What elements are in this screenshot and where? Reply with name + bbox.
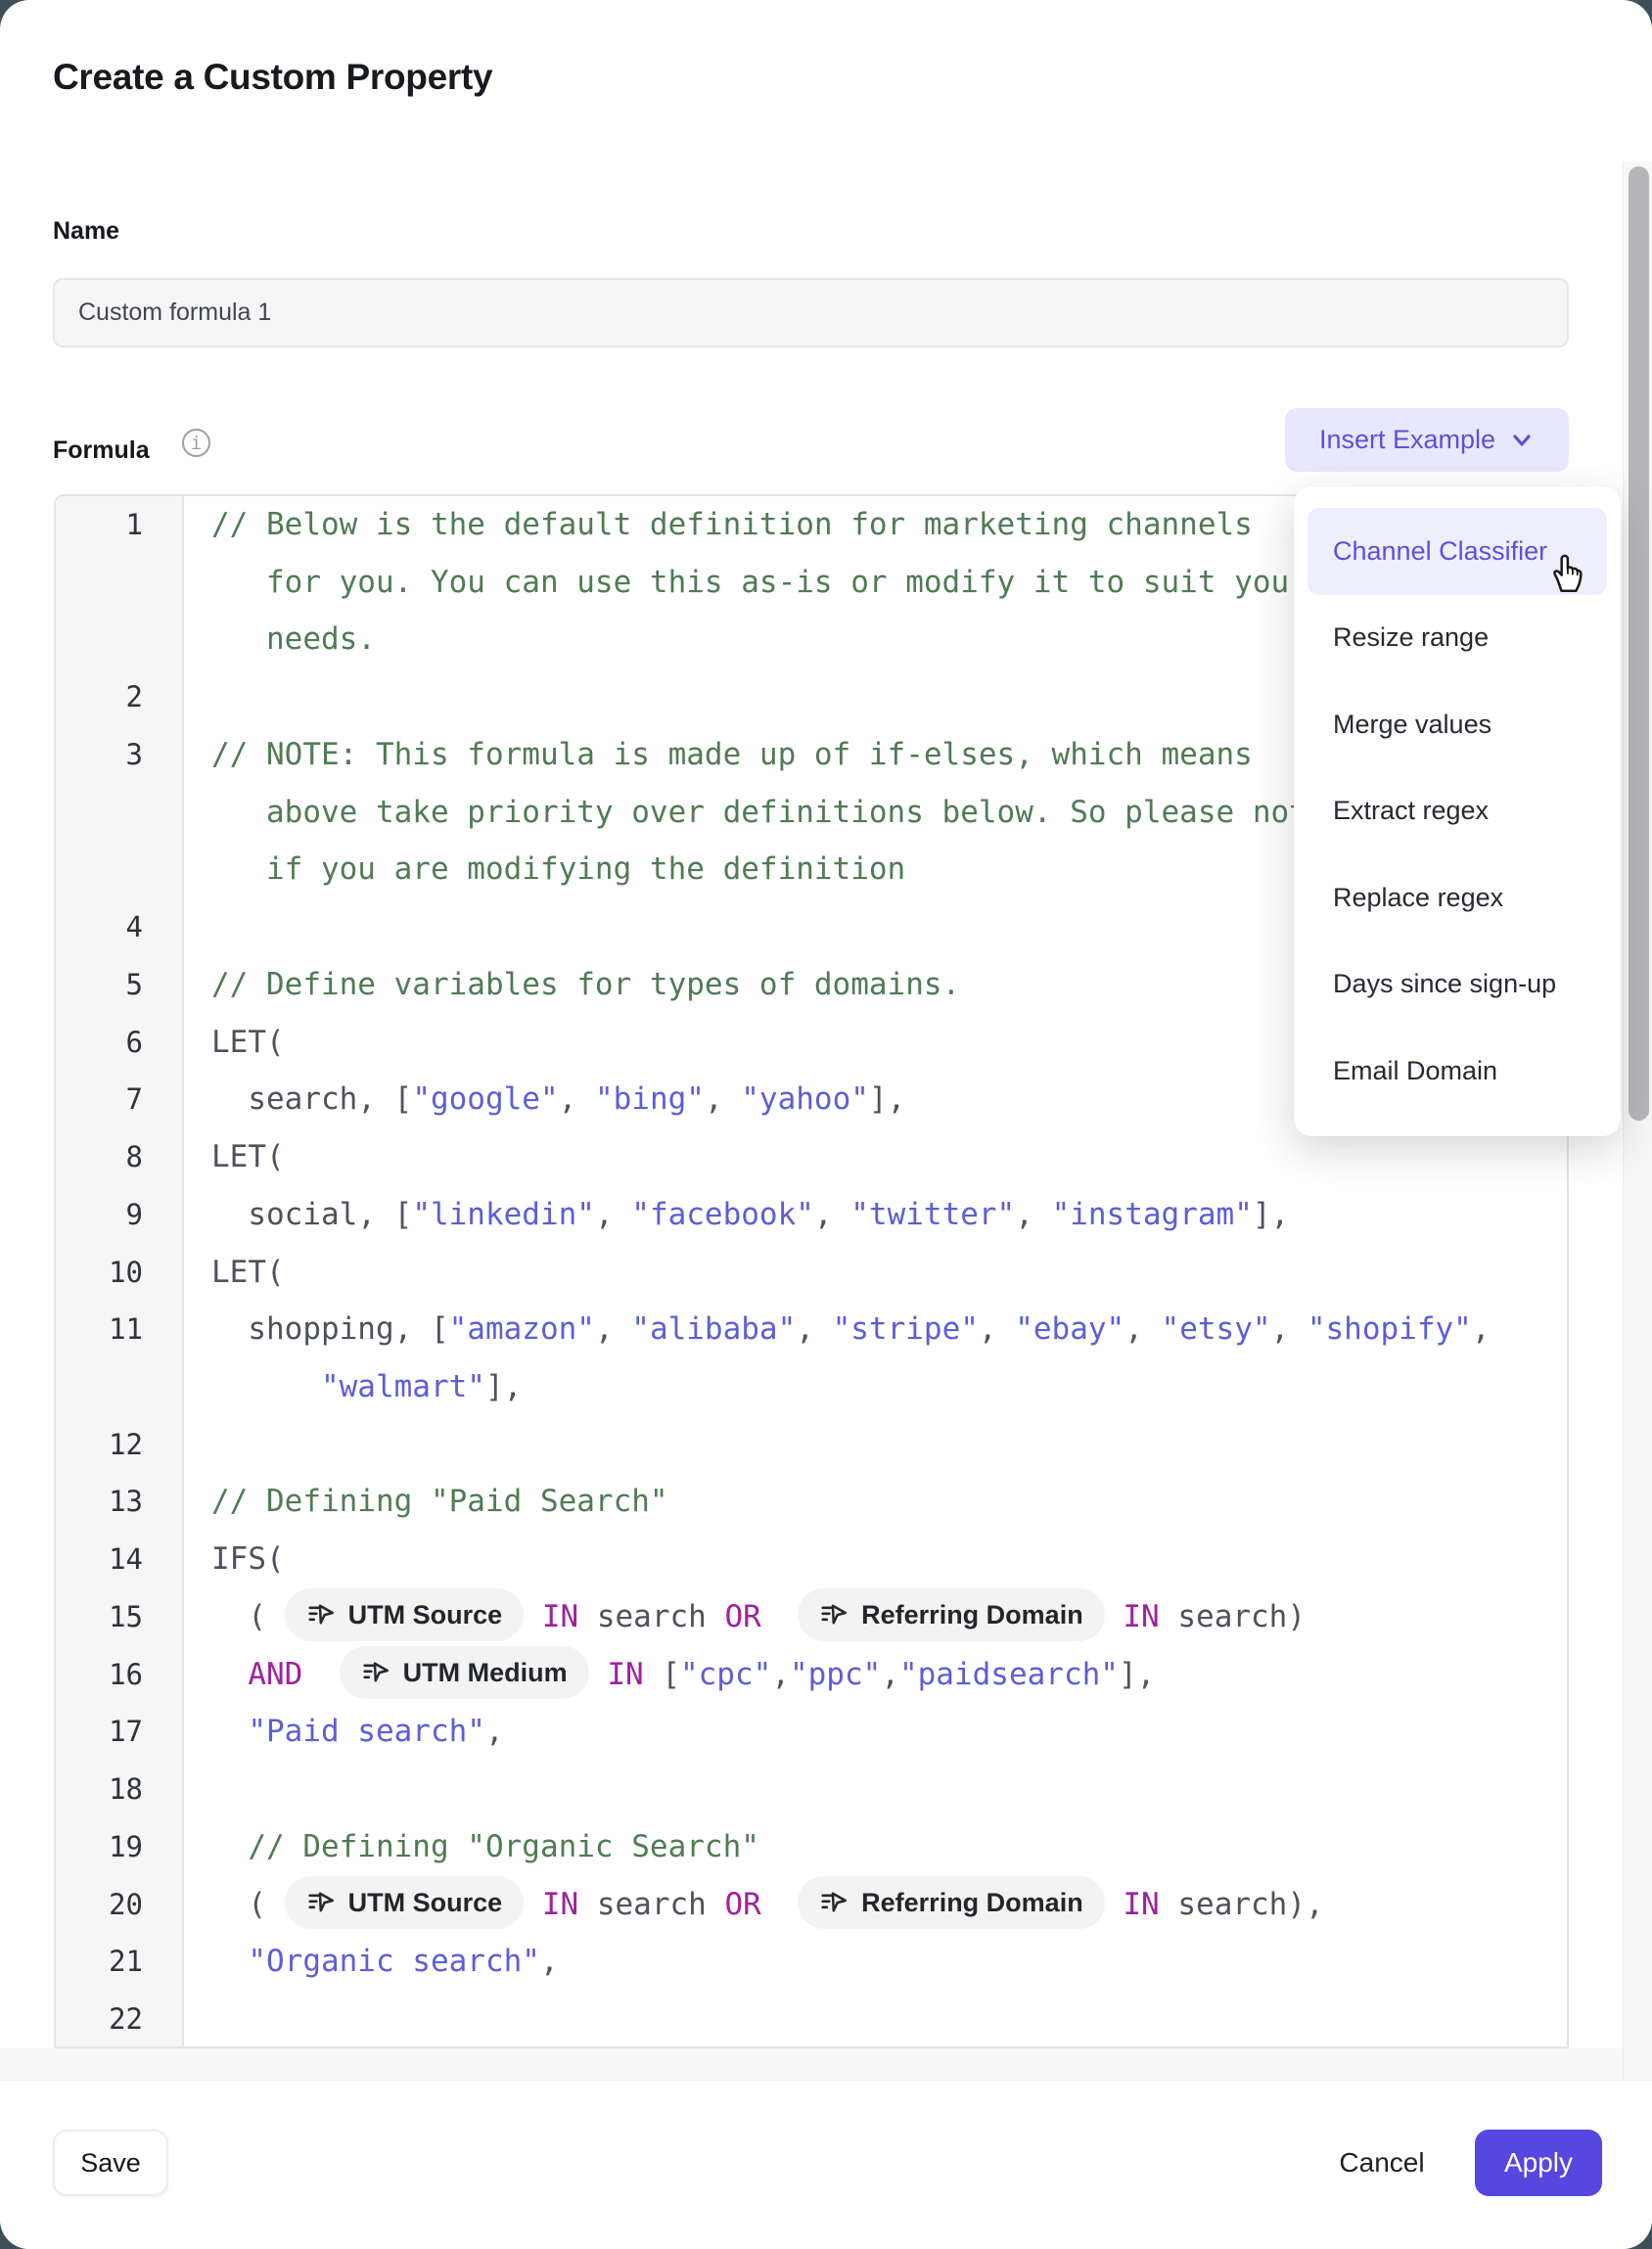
line-number: 12 bbox=[56, 1416, 182, 1474]
vertical-scrollbar-thumb[interactable] bbox=[1629, 166, 1649, 1121]
menu-item-extract-regex[interactable]: Extract regex bbox=[1294, 768, 1621, 855]
code-line[interactable]: ( UTM Source IN search OR Referring Doma… bbox=[211, 1876, 1567, 1934]
info-icon[interactable]: i bbox=[182, 429, 210, 457]
menu-item-resize-range[interactable]: Resize range bbox=[1294, 595, 1621, 682]
line-number: 14 bbox=[56, 1531, 182, 1588]
code-line[interactable] bbox=[211, 1416, 1567, 1474]
menu-item-merge-values[interactable]: Merge values bbox=[1294, 681, 1621, 768]
save-button[interactable]: Save bbox=[53, 2130, 168, 2196]
line-number bbox=[56, 1358, 182, 1416]
line-number: 6 bbox=[56, 1014, 182, 1072]
line-number: 17 bbox=[56, 1703, 182, 1761]
code-line[interactable] bbox=[211, 1761, 1567, 1818]
code-line[interactable]: "Paid search", bbox=[211, 1703, 1567, 1761]
line-number bbox=[56, 554, 182, 612]
code-line[interactable]: IFS( bbox=[211, 1531, 1567, 1588]
menu-item-channel-classifier[interactable]: Channel Classifier bbox=[1308, 508, 1607, 595]
property-chip[interactable]: UTM Source bbox=[285, 1588, 525, 1641]
line-number: 18 bbox=[56, 1761, 182, 1818]
line-number: 1 bbox=[56, 496, 182, 554]
event-property-icon bbox=[361, 1658, 390, 1687]
chevron-down-icon bbox=[1509, 428, 1535, 453]
create-custom-property-dialog: Create a Custom Property Name Formula i … bbox=[0, 0, 1652, 2249]
code-line[interactable]: "walmart"], bbox=[211, 1358, 1567, 1416]
code-line[interactable]: // Defining "Organic Search" bbox=[211, 1818, 1567, 1876]
line-number: 4 bbox=[56, 898, 182, 956]
code-line[interactable]: social, ["linkedin", "facebook", "twitte… bbox=[211, 1186, 1567, 1244]
code-line[interactable]: shopping, ["amazon", "alibaba", "stripe"… bbox=[211, 1301, 1567, 1358]
code-line[interactable]: AND UTM Medium IN ["cpc","ppc","paidsear… bbox=[211, 1646, 1567, 1704]
property-chip[interactable]: Referring Domain bbox=[798, 1876, 1105, 1929]
line-number: 19 bbox=[56, 1818, 182, 1876]
line-number: 15 bbox=[56, 1588, 182, 1646]
menu-item-replace-regex[interactable]: Replace regex bbox=[1294, 854, 1621, 941]
event-property-icon bbox=[819, 1888, 849, 1917]
property-chip-label: UTM Source bbox=[348, 1874, 503, 1932]
property-chip[interactable]: UTM Source bbox=[285, 1876, 525, 1929]
name-input[interactable] bbox=[53, 278, 1569, 347]
event-property-icon bbox=[306, 1600, 336, 1629]
line-number: 16 bbox=[56, 1646, 182, 1704]
property-chip[interactable]: Referring Domain bbox=[798, 1588, 1105, 1641]
code-line[interactable]: LET( bbox=[211, 1128, 1567, 1186]
property-chip-label: Referring Domain bbox=[861, 1586, 1083, 1644]
line-number: 5 bbox=[56, 956, 182, 1014]
insert-example-button[interactable]: Insert Example bbox=[1285, 408, 1569, 472]
line-number: 10 bbox=[56, 1244, 182, 1302]
property-chip[interactable]: UTM Medium bbox=[340, 1646, 589, 1699]
dialog-footer: Save Cancel Apply bbox=[0, 2080, 1652, 2249]
line-number: 13 bbox=[56, 1473, 182, 1531]
line-number: 8 bbox=[56, 1128, 182, 1186]
page-title: Create a Custom Property bbox=[53, 57, 492, 98]
formula-label: Formula bbox=[53, 436, 150, 465]
insert-example-dropdown-menu: Channel ClassifierResize rangeMerge valu… bbox=[1294, 486, 1621, 1136]
name-label: Name bbox=[53, 217, 119, 246]
insert-example-label: Insert Example bbox=[1319, 425, 1495, 455]
line-number: 21 bbox=[56, 1933, 182, 1991]
menu-item-days-since-sign-up[interactable]: Days since sign-up bbox=[1294, 941, 1621, 1029]
line-number bbox=[56, 611, 182, 668]
line-number: 3 bbox=[56, 726, 182, 784]
code-line[interactable]: // Defining "Paid Search" bbox=[211, 1473, 1567, 1531]
property-chip-label: Referring Domain bbox=[861, 1874, 1083, 1932]
code-line[interactable]: "Organic search", bbox=[211, 1933, 1567, 1991]
line-number: 2 bbox=[56, 668, 182, 726]
code-line[interactable] bbox=[211, 1991, 1567, 2046]
cancel-button[interactable]: Cancel bbox=[1318, 2130, 1446, 2196]
line-number bbox=[56, 841, 182, 898]
line-number: 11 bbox=[56, 1301, 182, 1358]
menu-item-email-domain[interactable]: Email Domain bbox=[1294, 1028, 1621, 1115]
event-property-icon bbox=[306, 1888, 336, 1917]
property-chip-label: UTM Medium bbox=[403, 1644, 568, 1702]
code-line[interactable]: LET( bbox=[211, 1244, 1567, 1302]
line-number: 7 bbox=[56, 1071, 182, 1128]
property-chip-label: UTM Source bbox=[348, 1586, 503, 1644]
line-number bbox=[56, 784, 182, 842]
event-property-icon bbox=[819, 1600, 849, 1629]
line-number: 22 bbox=[56, 1991, 182, 2048]
line-number: 9 bbox=[56, 1186, 182, 1244]
apply-button[interactable]: Apply bbox=[1475, 2130, 1602, 2196]
horizontal-scroll-track bbox=[0, 2048, 1652, 2080]
code-line[interactable]: ( UTM Source IN search OR Referring Doma… bbox=[211, 1588, 1567, 1646]
line-number: 20 bbox=[56, 1876, 182, 1934]
line-number-gutter: 12345678910111213141516171819202122 bbox=[56, 496, 184, 2046]
